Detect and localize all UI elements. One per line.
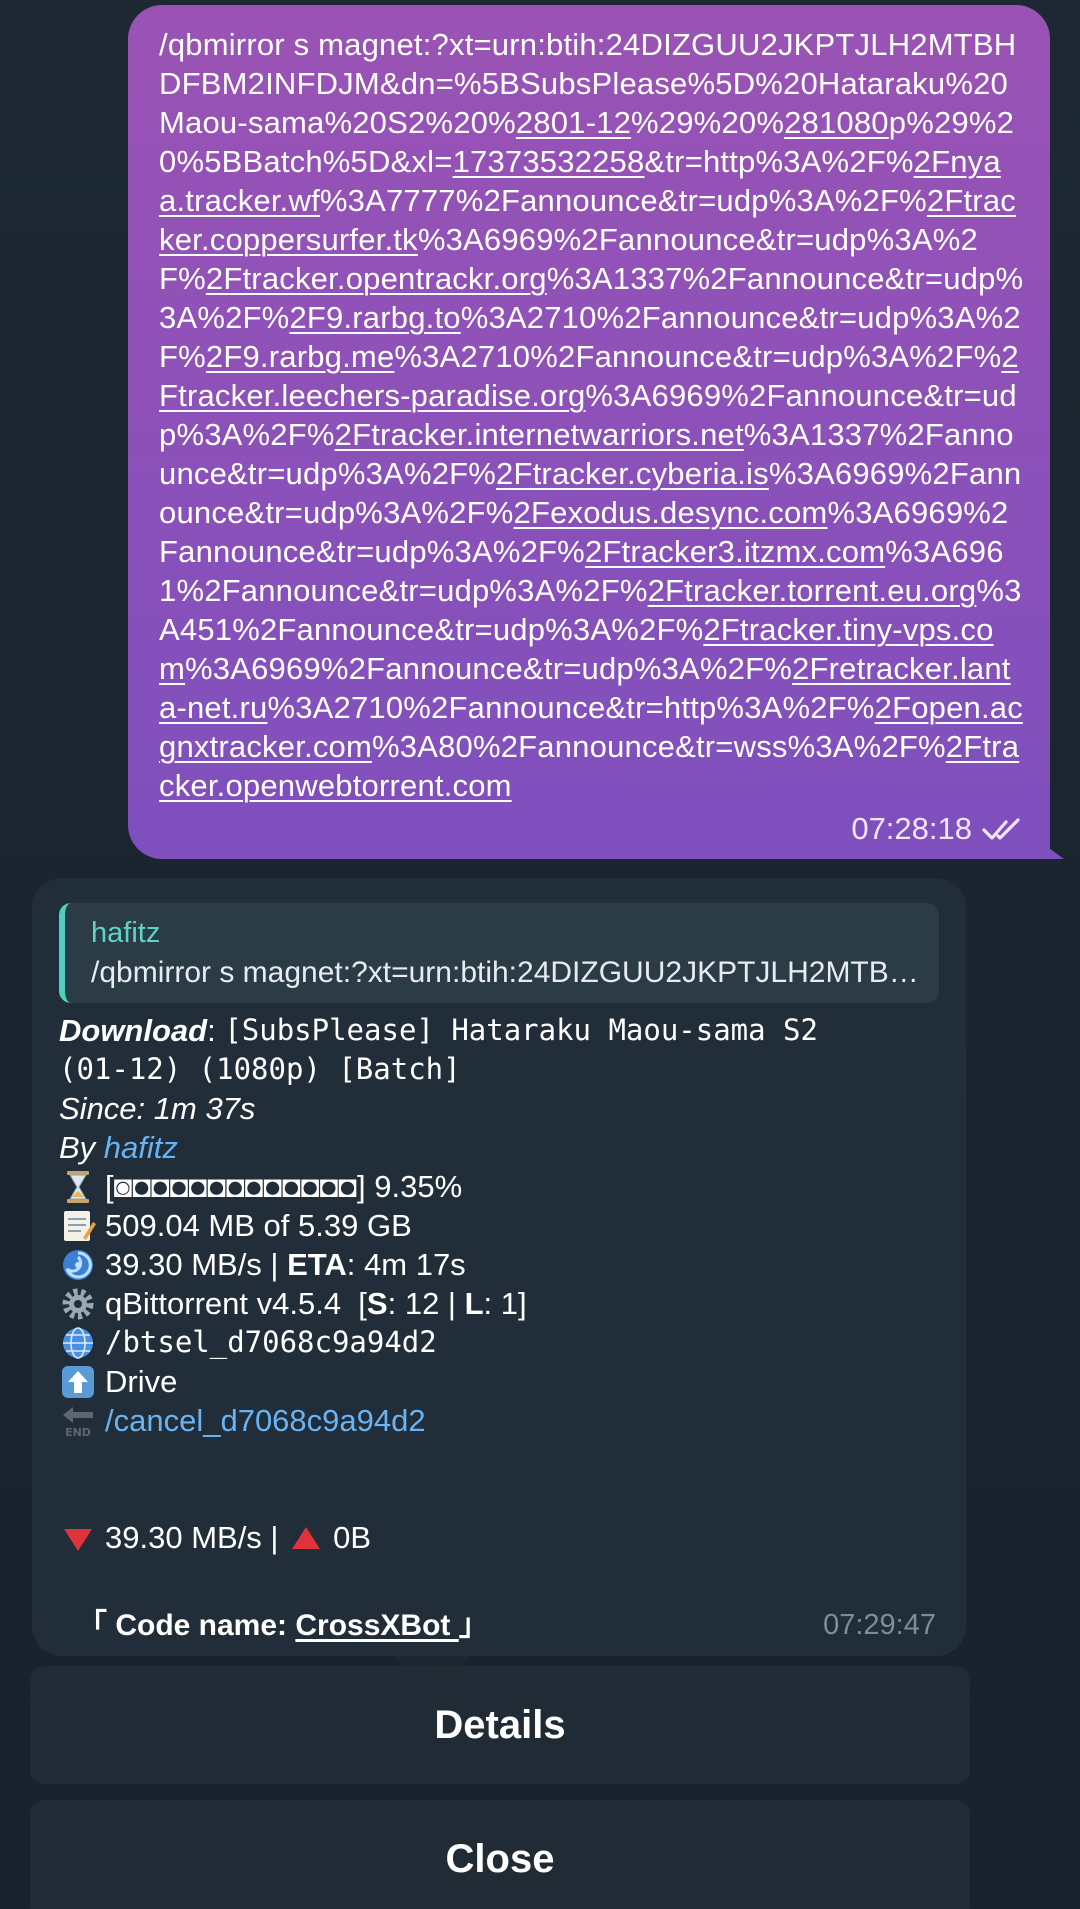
outgoing-message-time: 07:28:18 [851,811,972,846]
message-text-segment: %3A7777%2Fannounce&tr=udp%3A%2F% [319,183,927,218]
codename-suffix: 」 [458,1609,489,1642]
close-button[interactable]: Close [30,1800,970,1909]
reply-text: /qbmirror s magnet:?xt=urn:btih:24DIZGUU… [91,956,919,989]
speed-line: 39.30 MB/s | ETA: 4m 17s [59,1245,939,1284]
download-line-2: (01-12) (1080p) [Batch] [59,1050,939,1089]
message-link-segment[interactable]: 2Ftracker.cyberia.is [496,456,769,491]
seed-label: S [366,1286,388,1321]
incoming-message-bubble[interactable]: hafitz /qbmirror s magnet:?xt=urn:btih:2… [32,878,966,1656]
leech-label: L [464,1286,484,1321]
memo-icon [64,1210,96,1241]
eta-label: ETA [287,1247,347,1282]
download-name-cont: (01-12) (1080p) [Batch] [59,1052,461,1086]
red-up-triangle-icon [292,1526,321,1549]
select-line: /btsel_d7068c9a94d2 [59,1323,939,1362]
message-link-segment[interactable]: 2F9.rarbg.to [289,300,460,335]
client-text: qBittorrent v4.5.4 [ [105,1286,367,1321]
upload-target: Drive [105,1364,178,1399]
by-label: By [59,1130,104,1165]
by-user-link[interactable]: hafitz [104,1128,178,1167]
size-text: 509.04 MB of 5.39 GB [105,1208,412,1243]
end-arrow-icon: END [63,1406,93,1439]
cancel-command-link[interactable]: /cancel_d7068c9a94d2 [105,1401,426,1440]
reply-author: hafitz [91,917,161,949]
eta-value: : 4m 17s [346,1247,466,1282]
incoming-message-time: 07:29:47 [823,1609,936,1641]
up-arrow-icon [62,1365,94,1398]
message-text-segment: %3A6969%2Fannounce&tr=udp%3A%2F% [185,651,793,686]
message-link-segment[interactable]: 281080 [784,105,889,140]
outgoing-message-text: /qbmirror s magnet:?xt=urn:btih:24DIZGUU… [159,25,1024,805]
message-link-segment[interactable]: 2Ftracker.opentrackr.org [206,261,547,296]
message-link-segment[interactable]: 2801-12 [516,105,631,140]
client-line: qBittorrent v4.5.4 [S: 12 | L: 1] [59,1284,939,1323]
progress-text: [◙◘◘◘◘◘◘◘◘◘◘◘◘] 9.35% [105,1169,463,1204]
seed-value: : 12 | [387,1286,465,1321]
message-text-segment: %3A2710%2Fannounce&tr=udp%3A%2F% [394,339,1002,374]
size-line: 509.04 MB of 5.39 GB [59,1206,939,1245]
hourglass-icon [67,1170,89,1203]
cyclone-icon [63,1249,93,1280]
since-line: Since: 1m 37s [59,1089,939,1128]
codename-link[interactable]: CrossXBot [295,1609,458,1642]
leech-value: : 1] [483,1286,527,1321]
gear-icon [62,1288,94,1319]
since-text: Since: 1m 37s [59,1091,256,1126]
download-sep: : [207,1013,225,1048]
reply-quote[interactable]: hafitz /qbmirror s magnet:?xt=urn:btih:2… [59,903,939,1003]
status-message: Download: [SubsPlease] Hataraku Maou-sam… [59,1011,939,1557]
select-command[interactable]: /btsel_d7068c9a94d2 [105,1323,437,1362]
codename-prefix: 「 Code name: [77,1609,296,1642]
globe-icon [63,1326,93,1359]
totals-down: 39.30 MB/s | [105,1520,288,1555]
outgoing-message-meta: 07:28:18 [851,811,1028,847]
message-link-segment[interactable]: 17373532258 [453,144,645,179]
details-button[interactable]: Details [30,1666,970,1784]
outgoing-message-bubble[interactable]: /qbmirror s magnet:?xt=urn:btih:24DIZGUU… [128,5,1050,859]
message-link-segment[interactable]: 2Ftracker3.itzmx.com [585,534,885,569]
by-line: By hafitz [59,1128,939,1167]
totals-up: 0B [333,1520,372,1555]
message-text-segment: %29%20% [631,105,785,140]
double-check-icon [982,818,1020,840]
download-label: Download [59,1013,208,1048]
message-text-segment: %3A2710%2Fannounce&tr=http%3A%2F% [267,690,875,725]
message-link-segment[interactable]: 2Ftracker.torrent.eu.org [648,573,977,608]
upload-line: Drive [59,1362,939,1401]
message-text-segment: &tr=http%3A%2F% [644,144,914,179]
svg-text:END: END [65,1426,91,1439]
message-link-segment[interactable]: 2Fexodus.desync.com [514,495,828,530]
totals-line: 39.30 MB/s | 0B [59,1518,939,1557]
message-link-segment[interactable]: 2Ftracker.internetwarriors.net [335,417,744,452]
speed-text: 39.30 MB/s | [105,1247,288,1282]
red-down-triangle-icon [64,1528,92,1551]
progress-line: [◙◘◘◘◘◘◘◘◘◘◘◘◘] 9.35% [59,1167,939,1206]
download-line: Download: [SubsPlease] Hataraku Maou-sam… [59,1011,939,1050]
cancel-line: END /cancel_d7068c9a94d2 [59,1401,939,1440]
message-link-segment[interactable]: 2F9.rarbg.me [206,339,394,374]
message-text-segment: %3A80%2Fannounce&tr=wss%3A%2F% [372,729,946,764]
code-name-line: 「 Code name: CrossXBot 」 [77,1600,489,1644]
download-name: [SubsPlease] Hataraku Maou-sama S2 [224,1013,818,1047]
